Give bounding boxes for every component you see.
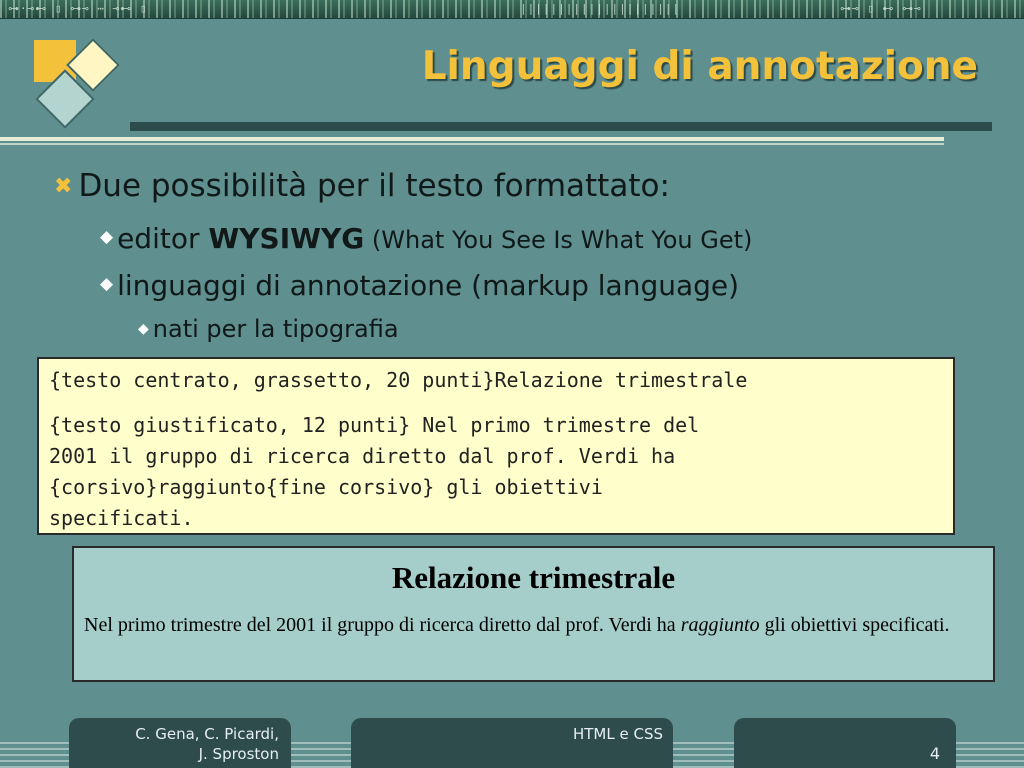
rendered-heading: Relazione trimestrale bbox=[391, 560, 676, 595]
rendered-italic-text: raggiunto bbox=[680, 614, 760, 636]
code-line: specificati. bbox=[49, 506, 194, 530]
bullet-text: Due possibilità per il testo formattato: bbox=[78, 168, 670, 204]
bullet-text: linguaggi di annotazione (markup languag… bbox=[117, 269, 740, 302]
diamond-bullet-icon: ◆ bbox=[100, 227, 114, 247]
title-underline bbox=[130, 122, 992, 131]
rendered-paragraph: Nel primo trimestre del 2001 il gruppo d… bbox=[84, 610, 983, 640]
footer-authors-line1: C. Gena, C. Picardi, bbox=[135, 725, 279, 743]
separator-line bbox=[0, 137, 944, 141]
circuit-decoration: ||||||||||||||||||||| bbox=[520, 2, 681, 15]
footer-course-label: HTML e CSS bbox=[572, 725, 663, 743]
separator-line-thin bbox=[0, 143, 944, 145]
footer-authors: C. Gena, C. Picardi, J. Sproston bbox=[69, 718, 291, 768]
code-line: {corsivo}raggiunto{fine corsivo} gli obi… bbox=[49, 475, 603, 499]
diamond-bullet-icon: ◆ bbox=[138, 321, 149, 337]
page-number: 4 bbox=[929, 744, 940, 763]
bullet-paren-text: (What You See Is What You Get) bbox=[364, 226, 753, 254]
top-decorative-strip: ⊶·⊸⊷ ▯ ⊶⊸ ⋯ ⊸⊷ ▯ ||||||||||||||||||||| ⊶… bbox=[0, 0, 1024, 19]
code-line: {testo centrato, grassetto, 20 punti}Rel… bbox=[49, 368, 748, 392]
circuit-decoration: ⊶⊸ ▯ ⊷ ⊶⊸ bbox=[840, 2, 922, 15]
footer-authors-line2: J. Sproston bbox=[198, 745, 279, 763]
rendered-text: Nel primo trimestre del 2001 il gruppo d… bbox=[84, 614, 681, 636]
bullet-markup: ◆ linguaggi di annotazione (markup langua… bbox=[100, 269, 739, 302]
bullet-typography: ◆ nati per la tipografia bbox=[138, 315, 399, 343]
circuit-decoration: ⊶·⊸⊷ ▯ ⊶⊸ ⋯ ⊸⊷ ▯ bbox=[8, 2, 148, 15]
rendered-example-box: Relazione trimestrale Nel primo trimestr… bbox=[72, 546, 995, 682]
rendered-text: gli obiettivi specificati. bbox=[759, 614, 950, 636]
bullet-text: editor bbox=[117, 222, 209, 255]
bullet-editor: ◆ editor WYSIWYG (What You See Is What Yo… bbox=[100, 222, 752, 255]
diamond-bullet-icon: ◆ bbox=[100, 274, 114, 294]
footer-course: HTML e CSS bbox=[351, 718, 673, 768]
bullet-text: nati per la tipografia bbox=[152, 315, 399, 343]
diamond-logo-icon bbox=[30, 36, 120, 129]
code-line: 2001 il gruppo di ricerca diretto dal pr… bbox=[49, 444, 676, 468]
slide-title: Linguaggi di annotazione bbox=[421, 44, 978, 89]
bullet-level1: ✖ Due possibilità per il testo formattato… bbox=[54, 168, 670, 204]
code-line: {testo giustificato, 12 punti} Nel primo… bbox=[49, 413, 700, 437]
markup-example-box: {testo centrato, grassetto, 20 punti}Rel… bbox=[37, 357, 955, 535]
cross-bullet-icon: ✖ bbox=[54, 174, 73, 199]
bullet-bold-text: WYSIWYG bbox=[208, 222, 365, 255]
footer-page: 4 bbox=[734, 718, 956, 768]
